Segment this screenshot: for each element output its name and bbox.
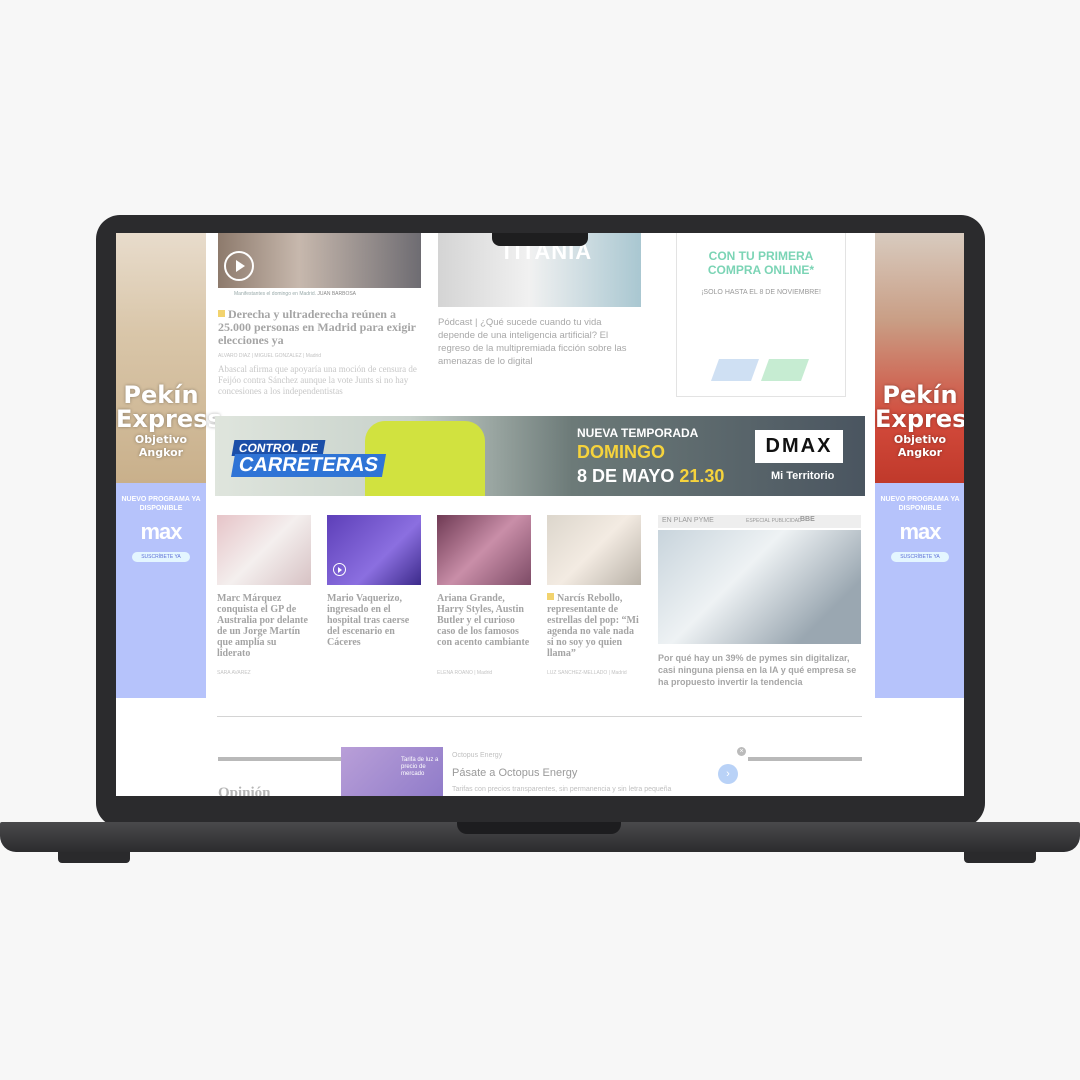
pyme-sponsored-label: ESPECIAL PUBLICIDAD <box>746 518 802 524</box>
browser-screen: Pekín Express Objetivo Angkor NUEVO PROG… <box>116 233 964 796</box>
octopus-ad-image[interactable]: Tarifa de luz a precio de mercado <box>341 747 443 796</box>
top-story-summary: Abascal afirma que apoyaría una moción d… <box>218 364 417 396</box>
dmax-logo: DMAX <box>755 430 843 463</box>
play-icon[interactable] <box>333 563 346 576</box>
close-icon[interactable]: × <box>737 747 746 756</box>
ad-title: Pekín Express Objetivo Angkor <box>875 383 964 459</box>
banner-show-line2: CARRETERAS <box>230 454 386 477</box>
ad-title-line2: Express <box>116 405 222 433</box>
pyme-header: EN PLAN PYME ESPECIAL PUBLICIDAD BBE <box>658 515 861 528</box>
octopus-body: Tarifas con precios transparentes, sin p… <box>452 786 672 793</box>
max-logo: max <box>899 519 941 544</box>
octopus-image-text: Tarifa de luz a precio de mercado <box>401 757 439 777</box>
top-story-headline[interactable]: Derecha y ultraderecha reúnen a 25.000 p… <box>218 308 421 347</box>
opinion-heading: Opinión <box>218 785 271 796</box>
card-image-2[interactable] <box>327 515 421 585</box>
temple-photo: Pekín Express Objetivo Angkor <box>116 233 222 483</box>
card-image-4[interactable] <box>547 515 641 585</box>
pyme-section-label: EN PLAN PYME <box>662 517 714 524</box>
promo-text: NUEVO PROGRAMA YA DISPONIBLE <box>121 496 201 512</box>
card-title-3[interactable]: Ariana Grande, Harry Styles, Austin Butl… <box>437 593 532 648</box>
office-photo[interactable] <box>658 530 861 644</box>
ad-title-line1: Pekín <box>882 381 958 409</box>
card-image-1[interactable] <box>217 515 311 585</box>
subscribe-button[interactable]: SUSCRÍBETE YA <box>132 552 190 562</box>
pyme-brand: BBE <box>800 516 815 523</box>
pyme-headline[interactable]: Por qué hay un 39% de pymes sin digitali… <box>658 652 861 688</box>
dmax-banner[interactable]: CONTROL DE CARRETERAS NUEVA TEMPORADA DO… <box>215 416 865 496</box>
store-ad-line1: CON TU PRIMERA <box>708 249 814 263</box>
opinion-bar-left <box>218 757 341 761</box>
card-title-4[interactable]: Narcís Rebollo, representante de estrell… <box>547 593 642 659</box>
ad-title-line1: Pekín <box>123 381 199 409</box>
left-side-ad[interactable]: Pekín Express Objetivo Angkor NUEVO PROG… <box>116 233 222 698</box>
card-title-2[interactable]: Mario Vaquerizo, ingresado en el hospita… <box>327 593 422 648</box>
right-side-ad[interactable]: Pekín Express Objetivo Angkor NUEVO PROG… <box>875 233 964 698</box>
max-promo: NUEVO PROGRAMA YA DISPONIBLE max SUSCRÍB… <box>116 483 206 698</box>
store-logo-1 <box>710 359 760 381</box>
top-story-byline: ALVARO DIAZ | MIGUEL GONZALEZ | Madrid <box>218 353 322 359</box>
banner-tagline: Mi Territorio <box>771 470 835 482</box>
host-photo: Pekín Express Objetivo Angkor <box>875 233 964 483</box>
store-logo-2 <box>760 359 810 381</box>
subscribe-button[interactable]: SUSCRÍBETE YA <box>891 552 949 562</box>
camera-notch <box>492 233 588 246</box>
photo-caption: Manifestantes el domingo en Madrid. JUAN… <box>234 291 357 297</box>
max-promo: NUEVO PROGRAMA YA DISPONIBLE max SUSCRÍB… <box>875 483 964 698</box>
laptop-groove <box>457 822 621 834</box>
laptop-foot-left <box>58 852 130 863</box>
laptop-foot-right <box>964 852 1036 863</box>
premium-icon <box>547 593 554 600</box>
ad-subtitle: Objetivo Angkor <box>893 433 947 459</box>
max-logo: max <box>140 519 182 544</box>
store-ad-line2: COMPRA ONLINE* <box>707 263 815 277</box>
card-title-1[interactable]: Marc Márquez conquista el GP de Australi… <box>217 593 312 659</box>
banner-day: DOMINGO <box>577 442 665 462</box>
arrow-right-icon[interactable]: › <box>718 764 738 784</box>
card-author-1: SARA AVAREZ <box>217 670 251 676</box>
banner-new-season: NUEVA TEMPORADA <box>577 426 699 440</box>
play-icon[interactable] <box>224 251 254 281</box>
card-author-4: LUZ SANCHEZ-MELLADO | Madrid <box>547 670 627 676</box>
store-ad-note: ¡SOLO HASTA EL 8 DE NOVIEMBRE! <box>701 289 821 296</box>
premium-icon <box>218 310 225 317</box>
banner-date: 8 DE MAYO 21.30 <box>577 466 725 486</box>
podcast-headline[interactable]: Pódcast | ¿Qué sucede cuando tu vida dep… <box>438 316 638 368</box>
promo-text: NUEVO PROGRAMA YA DISPONIBLE <box>880 496 960 512</box>
ad-title-line2: Express <box>875 405 964 433</box>
opinion-bar-right <box>748 757 862 761</box>
ad-subtitle: Objetivo Angkor <box>134 433 188 459</box>
store-ad[interactable]: CON TU PRIMERA COMPRA ONLINE* ¡SOLO HAST… <box>676 233 846 397</box>
octopus-headline[interactable]: Pásate a Octopus Energy <box>452 767 577 779</box>
octopus-sponsor: Octopus Energy <box>452 752 503 759</box>
ad-title: Pekín Express Objetivo Angkor <box>116 381 222 459</box>
section-divider <box>217 716 862 717</box>
card-image-3[interactable] <box>437 515 531 585</box>
card-author-3: ELENA ROANO | Madrid <box>437 670 493 676</box>
protest-photo[interactable] <box>218 233 421 288</box>
